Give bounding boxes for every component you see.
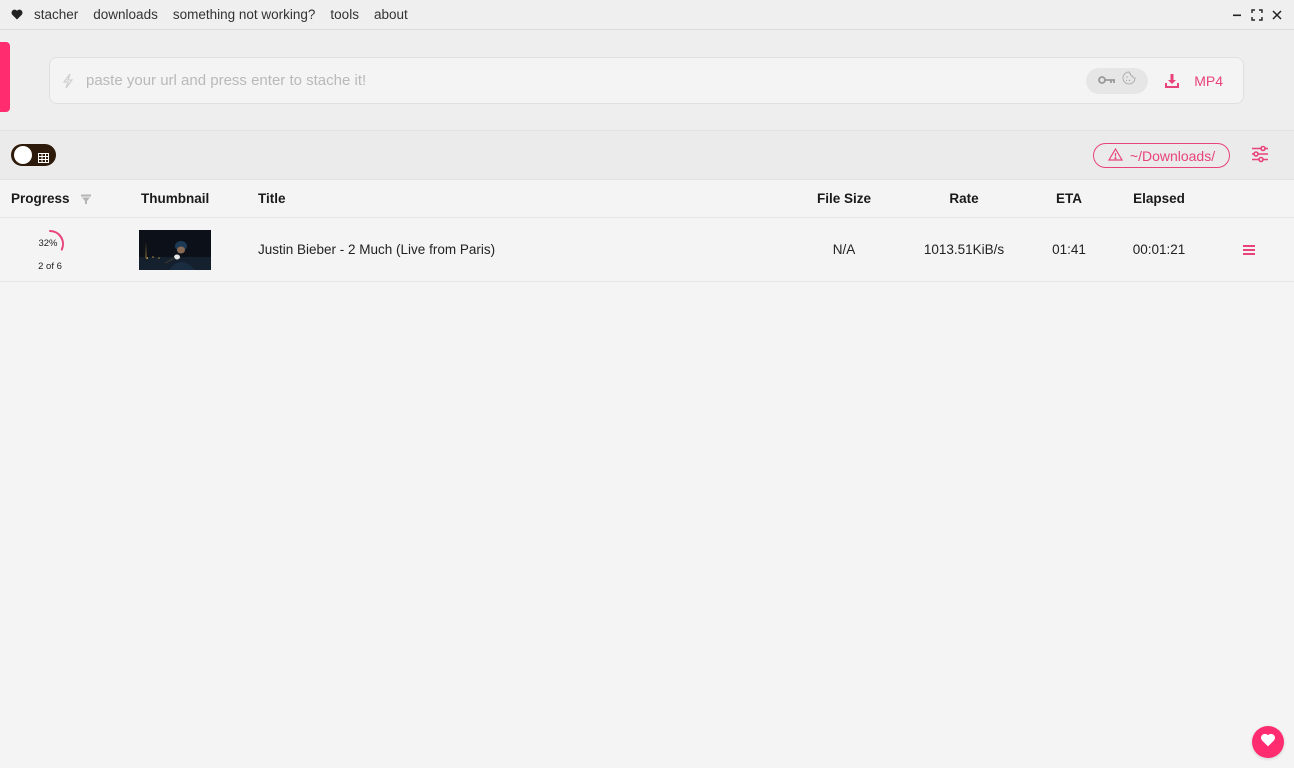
elapsed: 00:01:21 [1132,242,1186,257]
thumbnail-image [139,229,211,270]
support-button[interactable] [1252,726,1284,758]
close-icon[interactable] [1270,7,1284,23]
grid-icon [38,150,49,163]
toolbar: ~/Downloads/ [0,130,1294,180]
view-toggle[interactable] [11,144,56,166]
menu-downloads[interactable]: downloads [93,7,158,22]
download-path: ~/Downloads/ [1129,147,1216,164]
url-area: MP4 [0,30,1294,130]
format-selector[interactable]: MP4 [1194,73,1223,89]
heart-icon [1260,733,1276,752]
eta: 01:41 [1052,242,1086,257]
filter-icon[interactable] [80,180,92,217]
table-row[interactable]: 32% 2 of 6 Justin Bieber - 2 Much (Live … [0,218,1294,282]
warning-icon [1107,147,1123,164]
toggle-knob [14,146,32,164]
lightning-icon [62,72,78,90]
download-icon[interactable] [1164,72,1182,90]
url-input[interactable] [86,72,1087,89]
progress-percent: 32% [38,238,58,249]
progress-cell: 32% 2 of 6 [20,218,80,281]
heart-icon [11,9,23,21]
column-title[interactable]: Title [258,180,286,217]
download-title: Justin Bieber - 2 Much (Live from Paris) [258,242,496,257]
playlist-part: 2 of 6 [38,260,62,272]
auth-options[interactable] [1086,67,1149,94]
title-bar: stacher downloads something not working?… [0,0,1294,30]
row-menu-icon[interactable] [1240,218,1258,281]
download-rate: 1013.51KiB/s [923,242,1005,257]
column-eta[interactable]: ETA [1039,180,1099,217]
maximize-icon[interactable] [1250,7,1264,23]
column-rate[interactable]: Rate [904,180,1024,217]
progress-ring: 32% [34,228,66,260]
key-icon[interactable] [1098,72,1116,90]
menu-about[interactable]: about [374,7,408,22]
menu-something-not-working[interactable]: something not working? [173,7,316,22]
cookie-icon[interactable] [1122,71,1136,90]
download-path-button[interactable]: ~/Downloads/ [1093,143,1230,168]
thumbnail[interactable] [139,218,211,281]
minimize-icon[interactable] [1230,7,1244,23]
sidebar-handle[interactable] [0,42,10,112]
column-file-size[interactable]: File Size [804,180,884,217]
url-bar: MP4 [49,57,1244,104]
column-progress[interactable]: Progress [11,180,70,217]
menu-stacher[interactable]: stacher [34,7,78,22]
table-header: Progress Thumbnail Title File Size Rate … [0,180,1294,218]
column-elapsed[interactable]: Elapsed [1119,180,1199,217]
file-size: N/A [832,242,856,257]
menu-tools[interactable]: tools [330,7,359,22]
column-thumbnail: Thumbnail [141,191,210,206]
sliders-icon[interactable] [1251,145,1271,165]
